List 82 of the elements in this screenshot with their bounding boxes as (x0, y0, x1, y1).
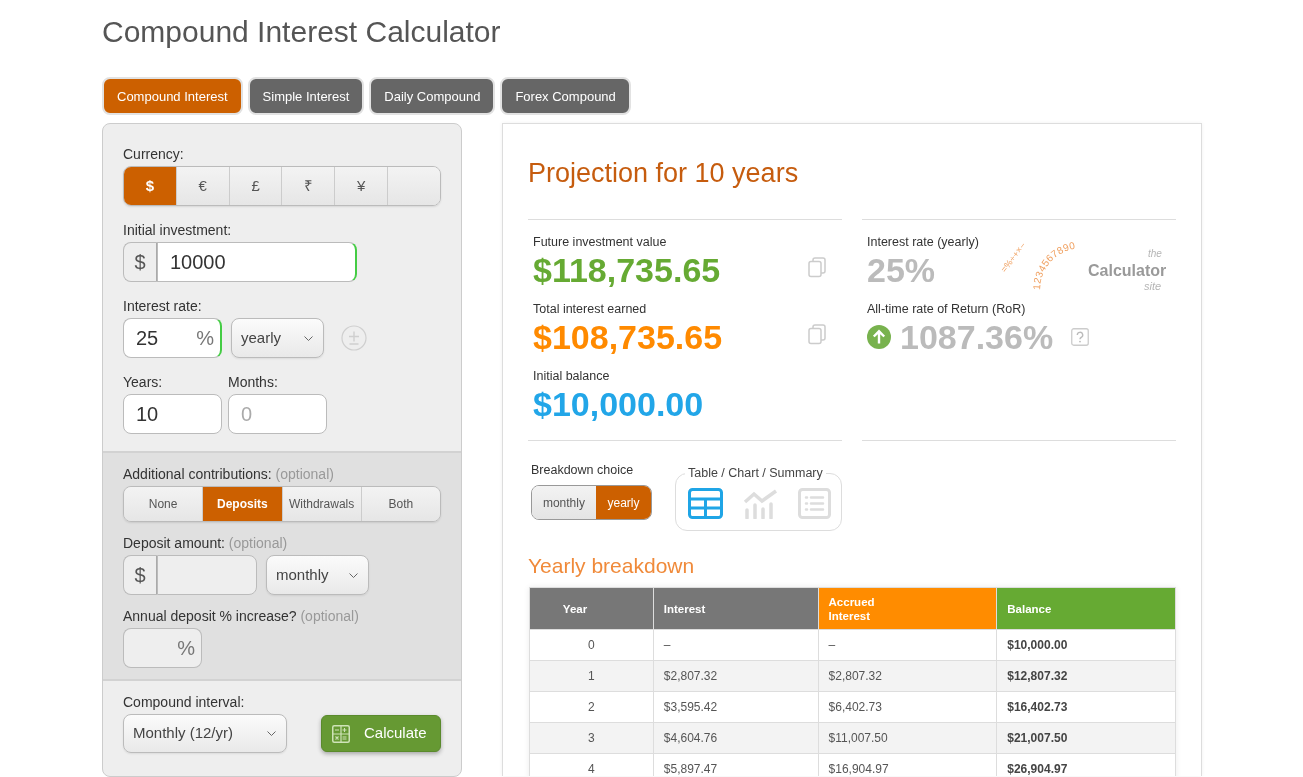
help-icon[interactable] (1071, 328, 1090, 346)
calculator-icon (332, 724, 350, 743)
field-label: Additional contributions: (optional) (123, 466, 335, 483)
caret-icon (267, 731, 276, 736)
tab[interactable]: Compound Interest (102, 77, 243, 115)
table-cell: – (818, 629, 997, 661)
result-value: $108,735.65 (533, 317, 723, 357)
table-cell: $11,007.50 (818, 722, 997, 754)
currency-prefix: $ (123, 555, 157, 595)
stat-label: All-time rate of Return (RoR) (867, 301, 1027, 317)
field-label: Initial investment: (123, 222, 233, 239)
table-cell: $16,402.73 (996, 691, 1176, 723)
tab[interactable]: Forex Compound (500, 77, 631, 115)
contribution-option[interactable]: Both (360, 487, 440, 521)
view-legend: Table / Chart / Summary (685, 467, 826, 479)
projection-title: Projection for 10 years (528, 157, 800, 189)
table-cell: 4 (529, 753, 654, 776)
breakdown-label: Breakdown choice (531, 462, 635, 478)
column-header: Year (529, 587, 654, 630)
field-label: Compound interval: (123, 694, 246, 711)
interval-select[interactable]: Monthly (12/yr) (123, 714, 287, 753)
caret-icon (349, 572, 358, 578)
table-cell: 0 (529, 629, 654, 661)
table-cell: 2 (529, 691, 654, 723)
table-icon[interactable] (688, 488, 723, 519)
contribution-option[interactable]: Deposits (202, 487, 282, 521)
field-label: Deposit amount: (optional) (123, 535, 289, 552)
currency-option[interactable]: ¥ (334, 167, 388, 205)
result-label: Total interest earned (533, 301, 648, 317)
page-title: Compound Interest Calculator (102, 14, 502, 50)
breakdown-option[interactable]: monthly (532, 486, 596, 519)
column-header: Balance (996, 587, 1176, 630)
table-cell: 3 (529, 722, 654, 754)
amount-input[interactable]: 10000 (157, 242, 357, 282)
table-cell: $6,402.73 (818, 691, 997, 723)
contribution-option[interactable]: Withdrawals (281, 487, 361, 521)
list-icon[interactable] (798, 488, 831, 519)
line-chart-icon[interactable] (743, 488, 778, 519)
currency-option[interactable]: $ (124, 167, 176, 205)
plus-circle-icon[interactable] (341, 325, 367, 351)
table-cell: – (653, 629, 819, 661)
field-label: Years: (123, 374, 164, 391)
deposit-input[interactable] (157, 555, 257, 595)
table-cell: $2,807.32 (818, 660, 997, 692)
result-value: $118,735.65 (533, 250, 721, 290)
frequency-select[interactable]: monthly (266, 555, 369, 595)
currency-option[interactable]: £ (228, 167, 282, 205)
table-cell: $4,604.76 (653, 722, 819, 754)
copy-icon[interactable] (808, 323, 826, 345)
field-label: Interest rate: (123, 298, 203, 315)
result-value: $10,000.00 (533, 384, 704, 424)
currency-option[interactable] (387, 167, 440, 205)
years-input[interactable]: 10 (123, 394, 222, 434)
result-label: Future investment value (533, 234, 668, 250)
currency-option[interactable]: ₹ (281, 167, 335, 205)
period-select[interactable]: yearly (231, 318, 324, 358)
table-cell: 1 (529, 660, 654, 692)
stat-label: Interest rate (yearly) (867, 234, 979, 250)
field-label: Currency: (123, 146, 185, 163)
tab[interactable]: Daily Compound (369, 77, 496, 115)
currency-option[interactable]: € (175, 167, 229, 205)
column-header: Interest (653, 587, 819, 630)
stat-value: 1087.36% (900, 317, 1054, 357)
field-label: Months: (228, 374, 279, 391)
column-header: Accrued Interest (818, 587, 997, 630)
contribution-option[interactable]: None (124, 487, 203, 521)
breakdown-option[interactable]: yearly (595, 486, 651, 519)
table-cell: $10,000.00 (996, 629, 1176, 661)
table-cell: $21,007.50 (996, 722, 1176, 754)
calculate-button[interactable]: Calculate (321, 715, 441, 752)
result-label: Initial balance (533, 368, 611, 384)
table-cell: $12,807.32 (996, 660, 1176, 692)
stat-value: 25% (867, 250, 936, 290)
months-input[interactable]: 0 (228, 394, 327, 434)
table-cell: $3,595.42 (653, 691, 819, 723)
table-cell: $2,807.32 (653, 660, 819, 692)
field-label: Annual deposit % increase? (optional) (123, 608, 360, 625)
caret-icon (304, 335, 313, 341)
breakdown-title: Yearly breakdown (528, 554, 696, 578)
tab[interactable]: Simple Interest (247, 77, 365, 115)
copy-icon[interactable] (808, 256, 826, 278)
currency-prefix: $ (123, 242, 157, 282)
